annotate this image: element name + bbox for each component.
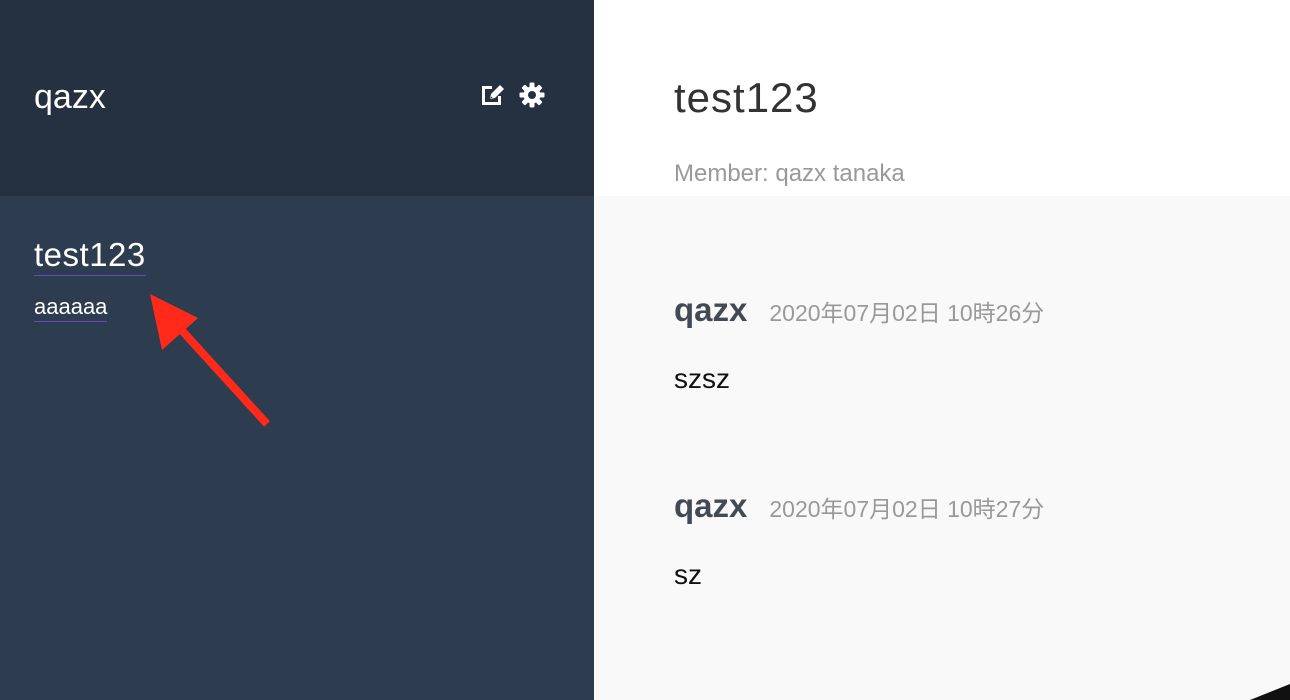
sidebar: qazx test123 aaaaaa <box>0 0 594 700</box>
message-text: sz <box>674 559 702 590</box>
message-timestamp: 2020年07月02日 10時26分 <box>769 300 1045 326</box>
current-user-name: qazx <box>34 78 106 116</box>
red-arrow-annotation <box>150 294 270 427</box>
corner-decoration <box>1250 684 1290 700</box>
main-chat: test123 Member: qazx tanaka qazx 2020年07… <box>594 0 1290 700</box>
sidebar-header: qazx <box>0 0 594 196</box>
group-item-last-message[interactable]: aaaaaa <box>34 294 108 322</box>
message-item: qazx 2020年07月02日 10時27分 sz <box>674 487 1044 591</box>
header-icons <box>478 81 546 109</box>
message-item: qazx 2020年07月02日 10時26分 szsz <box>674 291 1044 395</box>
message-text: szsz <box>674 363 730 394</box>
main-header: test123 Member: qazx tanaka <box>594 0 1290 196</box>
message-info: qazx 2020年07月02日 10時27分 <box>674 487 1044 525</box>
members-label: Member: <box>674 160 769 187</box>
message-user: qazx <box>674 487 748 524</box>
message-list: qazx 2020年07月02日 10時26分 szsz qazx 2020年0… <box>594 196 1290 700</box>
members-names: qazx tanaka <box>775 160 905 187</box>
edit-icon[interactable] <box>478 81 506 109</box>
gear-icon[interactable] <box>518 81 546 109</box>
message-info: qazx 2020年07月02日 10時26分 <box>674 291 1044 329</box>
group-title: test123 <box>674 74 819 121</box>
message-user: qazx <box>674 291 748 328</box>
members-info: Member: qazx tanaka <box>674 160 905 188</box>
group-list-item[interactable]: test123 aaaaaa <box>34 236 534 322</box>
message-timestamp: 2020年07月02日 10時27分 <box>769 496 1045 522</box>
group-item-name[interactable]: test123 <box>34 236 146 276</box>
